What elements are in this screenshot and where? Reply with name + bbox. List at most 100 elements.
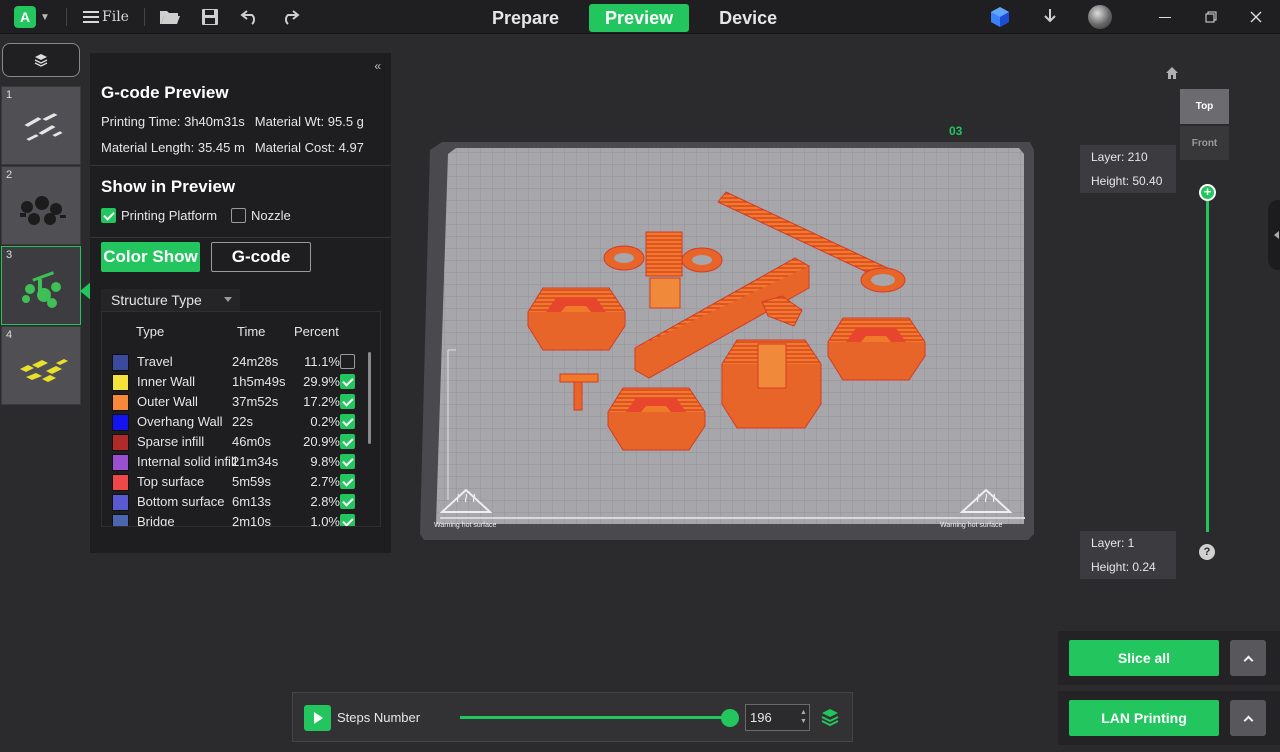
undo-button[interactable] <box>237 0 263 34</box>
nozzle-option[interactable]: Nozzle <box>231 208 291 223</box>
print-action-box: LAN Printing <box>1058 691 1280 745</box>
play-button[interactable] <box>304 705 331 731</box>
printing-platform-option[interactable]: Printing Platform <box>101 208 217 223</box>
model-store-button[interactable] <box>987 0 1013 34</box>
section-divider <box>90 165 391 166</box>
toolbar-divider <box>144 8 145 26</box>
structure-row: Bridge 2m10s 1.0% <box>102 512 364 527</box>
lan-printing-button[interactable]: LAN Printing <box>1069 700 1219 736</box>
print-options-button[interactable] <box>1230 700 1266 736</box>
print-model-hexagon <box>527 287 626 351</box>
structure-visibility-checkbox[interactable] <box>340 494 355 509</box>
file-menu-button[interactable]: File <box>80 0 132 34</box>
table-scrollbar[interactable] <box>368 352 371 444</box>
warning-text-right: Warning hot surface <box>940 522 1002 529</box>
structure-visibility-checkbox[interactable] <box>340 474 355 489</box>
material-cost: Material Cost: 4.97 <box>254 140 364 155</box>
structure-type-name: Outer Wall <box>137 394 198 409</box>
gcode-preview-panel: « G-code Preview Printing Time: 3h40m31s… <box>90 53 391 553</box>
structure-percent: 11.1% <box>304 354 340 369</box>
structure-time: 37m52s <box>232 394 279 409</box>
print-stats-row: Printing Time: 3h40m31s Material Wt: 95.5… <box>101 114 364 129</box>
structure-percent: 29.9% <box>303 374 340 389</box>
close-icon <box>1250 11 1262 23</box>
home-view-icon[interactable] <box>1165 66 1179 80</box>
structure-percent: 2.8% <box>310 494 340 509</box>
view-cube-top[interactable]: Top <box>1180 89 1229 124</box>
collapse-panel-button[interactable]: « <box>374 59 381 73</box>
color-show-button[interactable]: Color Show <box>101 242 200 272</box>
structure-visibility-checkbox[interactable] <box>340 374 355 389</box>
structure-visibility-checkbox[interactable] <box>340 514 355 526</box>
color-swatch <box>112 474 129 491</box>
steps-slider-handle[interactable] <box>721 709 739 727</box>
help-icon[interactable]: ? <box>1199 544 1215 560</box>
structure-percent: 9.8% <box>310 454 340 469</box>
column-header-type: Type <box>136 324 165 339</box>
structure-visibility-checkbox[interactable] <box>340 414 355 429</box>
side-panel-toggle[interactable] <box>1268 200 1280 270</box>
redo-button[interactable] <box>277 0 303 34</box>
plate-number: 1 <box>6 89 13 101</box>
plate-thumbnail-1[interactable]: 1 <box>1 86 81 165</box>
structure-visibility-checkbox[interactable] <box>340 454 355 469</box>
steps-number-input[interactable]: 196 ▲ ▼ <box>745 704 810 731</box>
structure-visibility-checkbox[interactable] <box>340 394 355 409</box>
tab-preview[interactable]: Preview <box>589 4 690 32</box>
plate-list-toggle-button[interactable] <box>2 43 80 77</box>
color-swatch <box>112 434 129 451</box>
toolbar-divider <box>66 8 67 26</box>
steps-slider-track[interactable] <box>460 716 731 719</box>
layer-slider-track[interactable] <box>1206 192 1209 532</box>
redo-icon <box>285 10 300 25</box>
layers-stack-icon[interactable] <box>821 708 839 726</box>
structure-time: 21m34s <box>232 454 279 469</box>
slice-all-button[interactable]: Slice all <box>1069 640 1219 676</box>
slice-options-button[interactable] <box>1230 640 1266 676</box>
view-cube-front[interactable]: Front <box>1180 126 1229 160</box>
structure-type-name: Sparse infill <box>137 434 205 449</box>
build-plate-viewport[interactable]: Warning hot surface Warning hot surface <box>420 140 1035 540</box>
tab-prepare[interactable]: Prepare <box>476 4 575 32</box>
print-model-hexagon <box>607 387 706 451</box>
download-button[interactable] <box>1037 0 1063 34</box>
chevron-down-icon <box>224 297 232 302</box>
structure-time: 2m10s <box>232 514 272 527</box>
plate-number: 2 <box>6 169 13 181</box>
structure-visibility-checkbox[interactable] <box>340 354 355 369</box>
gcode-view-button[interactable]: G-code <box>211 242 311 272</box>
structure-type-name: Internal solid infill <box>137 454 237 469</box>
close-window-button[interactable] <box>1238 0 1274 34</box>
user-avatar-button[interactable] <box>1087 0 1113 34</box>
structure-row: Travel 24m28s 11.1% <box>102 352 364 372</box>
bottom-layer-number: Layer: 1 <box>1091 536 1135 550</box>
plate-preview-image <box>23 112 64 142</box>
tab-device[interactable]: Device <box>703 4 793 32</box>
plate-thumbnail-3[interactable]: 3 <box>1 246 81 325</box>
show-in-preview-title: Show in Preview <box>101 177 236 196</box>
printing-time: Printing Time: 3h40m31s <box>101 114 245 129</box>
plate-thumbnail-2[interactable]: 2 <box>1 166 81 245</box>
printing-platform-checkbox[interactable] <box>101 208 116 223</box>
file-menu-label: File <box>102 9 129 25</box>
structure-time: 22s <box>232 414 253 429</box>
structure-time: 24m28s <box>232 354 279 369</box>
stepper-arrows-icon[interactable]: ▲ ▼ <box>800 708 807 726</box>
minimize-icon <box>1159 16 1171 18</box>
app-menu-button[interactable]: A ▼ <box>12 0 52 34</box>
structure-percent: 0.2% <box>310 414 340 429</box>
structure-row: Outer Wall 37m52s 17.2% <box>102 392 364 412</box>
layer-slider-top-handle[interactable]: + <box>1199 184 1216 201</box>
structure-visibility-checkbox[interactable] <box>340 434 355 449</box>
structure-type-select[interactable]: Structure Type <box>101 289 240 311</box>
structure-row: Sparse infill 46m0s 20.9% <box>102 432 364 452</box>
material-weight: Material Wt: 95.5 g <box>254 114 364 129</box>
restore-button[interactable] <box>1193 0 1229 34</box>
structure-row: Bottom surface 6m13s 2.8% <box>102 492 364 512</box>
open-folder-button[interactable] <box>157 0 183 34</box>
save-button[interactable] <box>197 0 223 34</box>
structure-percent: 17.2% <box>303 394 340 409</box>
nozzle-checkbox[interactable] <box>231 208 246 223</box>
minimize-button[interactable] <box>1147 0 1183 34</box>
plate-thumbnail-4[interactable]: 4 <box>1 326 81 405</box>
